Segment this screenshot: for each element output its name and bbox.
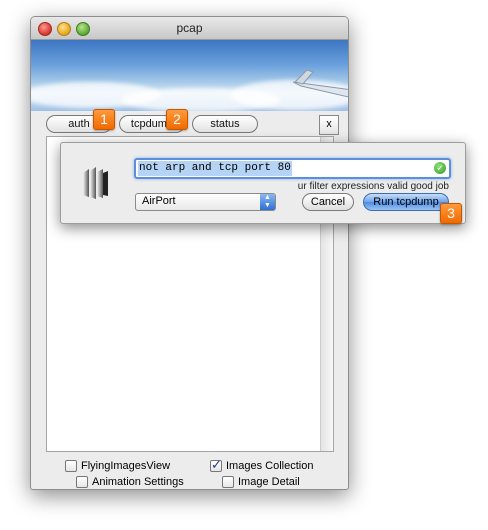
marker-3-badge: 3 <box>440 203 462 224</box>
checkbox-box[interactable] <box>222 476 234 488</box>
airplane-wing-icon <box>293 70 348 98</box>
close-tab-button[interactable]: x <box>319 115 339 135</box>
valid-checkmark-icon: ✓ <box>434 162 446 174</box>
cancel-button[interactable]: Cancel <box>302 193 354 211</box>
checkbox-flying-images-view[interactable]: FlyingImagesView <box>65 460 170 472</box>
interface-selected-value: AirPort <box>142 195 176 207</box>
checkbox-label: FlyingImagesView <box>81 460 171 472</box>
checkbox-label: Images Collection <box>226 460 314 472</box>
marker-1-badge: 1 <box>93 109 115 130</box>
tab-bar: auth tcpdump status x <box>31 113 348 135</box>
interface-popup[interactable]: AirPort ▲ ▼ <box>135 193 276 211</box>
checkbox-label: Image Detail <box>238 476 300 488</box>
tab-status[interactable]: status <box>192 115 258 133</box>
checkbox-animation-settings[interactable]: Animation Settings <box>76 476 184 488</box>
sky-banner-image <box>31 40 348 111</box>
title-bar[interactable]: pcap <box>31 17 348 40</box>
popup-arrows-icon[interactable]: ▲ ▼ <box>260 194 275 210</box>
options-checkboxes: FlyingImagesView Images Collection Anima… <box>31 457 348 489</box>
checkbox-box[interactable] <box>76 476 88 488</box>
checkbox-label: Animation Settings <box>92 476 184 488</box>
filter-expression-field[interactable]: not arp and tcp port 80 ✓ <box>134 158 451 179</box>
pcap-window: pcap auth tcpdump status x FlyingImagesV… <box>30 16 349 490</box>
checkbox-box-checked[interactable] <box>210 457 222 473</box>
tcpdump-sheet: not arp and tcp port 80 ✓ ur filter expr… <box>60 142 466 224</box>
checkbox-image-detail[interactable]: Image Detail <box>222 476 300 488</box>
window-title: pcap <box>176 21 203 35</box>
tcpdump-app-icon <box>83 167 108 199</box>
checkbox-images-collection[interactable]: Images Collection <box>210 457 314 473</box>
filter-expression-text[interactable]: not arp and tcp port 80 <box>138 161 292 176</box>
marker-2-badge: 2 <box>166 109 188 130</box>
run-tcpdump-button[interactable]: Run tcpdump <box>363 193 449 211</box>
checkbox-box[interactable] <box>65 460 77 472</box>
filter-valid-message: ur filter expressions valid good job <box>297 181 449 192</box>
